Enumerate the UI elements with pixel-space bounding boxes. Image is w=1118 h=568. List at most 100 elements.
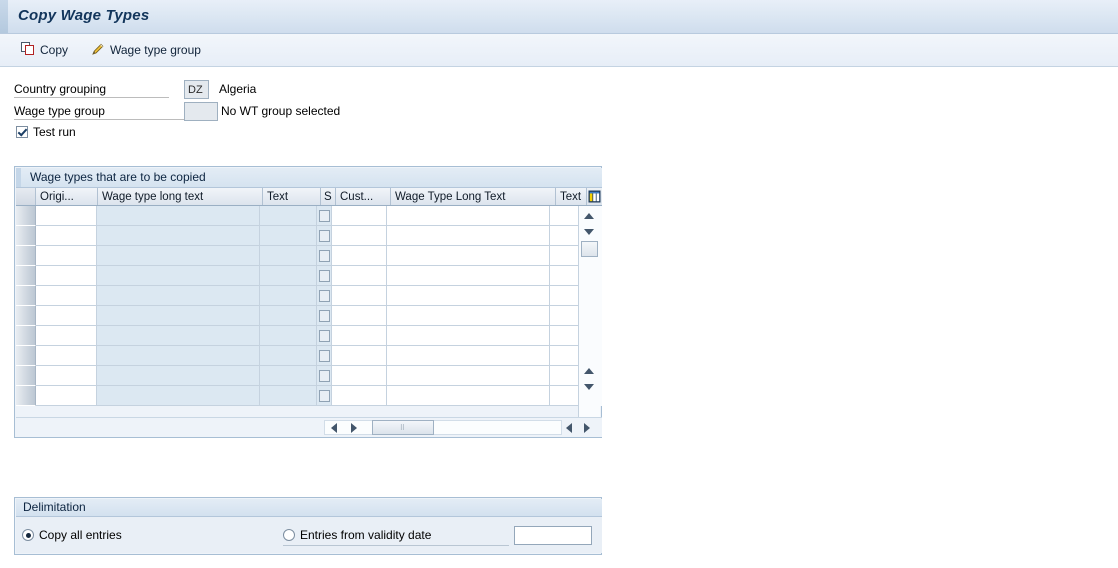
row-selector-cell[interactable] — [16, 266, 36, 286]
table-cell-origin[interactable] — [35, 366, 98, 386]
row-select-checkbox[interactable] — [318, 309, 330, 322]
table-cell-wage-type-long-text-2[interactable] — [386, 206, 550, 226]
table-cell-text2[interactable] — [549, 206, 581, 226]
column-header-s[interactable]: S — [321, 188, 336, 205]
scroll-page-up-icon[interactable] — [579, 363, 599, 379]
scroll-up-icon[interactable] — [579, 208, 599, 224]
table-cell-text1[interactable] — [260, 286, 318, 306]
table-cell-s[interactable] — [317, 326, 333, 346]
table-cell-text2[interactable] — [549, 266, 581, 286]
horizontal-scroll-thumb[interactable]: ⠿ — [372, 420, 434, 435]
table-cell-s[interactable] — [317, 266, 333, 286]
table-cell-cust[interactable] — [332, 346, 387, 366]
table-cell-origin[interactable] — [35, 346, 98, 366]
table-cell-cust[interactable] — [332, 226, 387, 246]
table-cell-wage-type-long-text[interactable] — [97, 346, 261, 366]
table-cell-wage-type-long-text[interactable] — [97, 266, 261, 286]
table-cell-text2[interactable] — [549, 346, 581, 366]
table-cell-text1[interactable] — [260, 226, 318, 246]
table-cell-cust[interactable] — [332, 266, 387, 286]
table-cell-text2[interactable] — [549, 386, 581, 406]
table-cell-text2[interactable] — [549, 226, 581, 246]
table-cell-wage-type-long-text-2[interactable] — [386, 226, 550, 246]
table-cell-cust[interactable] — [332, 326, 387, 346]
table-row[interactable] — [16, 366, 602, 386]
table-cell-wage-type-long-text[interactable] — [97, 226, 261, 246]
table-cell-cust[interactable] — [332, 386, 387, 406]
wage-type-group-input[interactable] — [184, 102, 218, 121]
scroll-far-left-icon[interactable] — [561, 420, 577, 435]
table-cell-wage-type-long-text[interactable] — [97, 286, 261, 306]
table-row[interactable] — [16, 346, 602, 366]
row-select-checkbox[interactable] — [318, 389, 330, 402]
table-cell-cust[interactable] — [332, 306, 387, 326]
scroll-down-icon[interactable] — [579, 224, 599, 240]
table-row[interactable] — [16, 246, 602, 266]
row-selector-cell[interactable] — [16, 386, 36, 406]
column-config-icon[interactable] — [587, 188, 602, 205]
table-cell-text2[interactable] — [549, 286, 581, 306]
table-cell-wage-type-long-text-2[interactable] — [386, 246, 550, 266]
table-cell-cust[interactable] — [332, 286, 387, 306]
table-cell-wage-type-long-text[interactable] — [97, 206, 261, 226]
column-header-text-2[interactable]: Text — [556, 188, 587, 205]
column-header-text-1[interactable]: Text — [263, 188, 321, 205]
row-selector-cell[interactable] — [16, 286, 36, 306]
table-cell-wage-type-long-text-2[interactable] — [386, 386, 550, 406]
scroll-right-icon[interactable] — [346, 420, 362, 435]
table-row[interactable] — [16, 286, 602, 306]
table-row[interactable] — [16, 326, 602, 346]
row-select-checkbox[interactable] — [318, 249, 330, 262]
table-cell-origin[interactable] — [35, 226, 98, 246]
test-run-checkbox[interactable]: Test run — [16, 125, 76, 139]
table-cell-cust[interactable] — [332, 246, 387, 266]
table-cell-text2[interactable] — [549, 326, 581, 346]
table-cell-text2[interactable] — [549, 306, 581, 326]
row-select-checkbox[interactable] — [318, 209, 330, 222]
column-header-selector[interactable] — [16, 188, 36, 205]
table-cell-origin[interactable] — [35, 306, 98, 326]
row-select-checkbox[interactable] — [318, 269, 330, 282]
copy-all-entries-radio[interactable]: Copy all entries — [22, 528, 122, 542]
table-cell-text1[interactable] — [260, 266, 318, 286]
table-cell-wage-type-long-text-2[interactable] — [386, 346, 550, 366]
table-cell-origin[interactable] — [35, 386, 98, 406]
scroll-far-right-icon[interactable] — [579, 420, 595, 435]
wage-type-group-button[interactable]: Wage type group — [84, 38, 209, 62]
row-select-checkbox[interactable] — [318, 349, 330, 362]
table-cell-wage-type-long-text[interactable] — [97, 366, 261, 386]
row-select-checkbox[interactable] — [318, 229, 330, 242]
table-cell-wage-type-long-text[interactable] — [97, 246, 261, 266]
vertical-scroll-thumb[interactable] — [581, 241, 598, 257]
table-row[interactable] — [16, 386, 602, 406]
column-header-wage-type-long-text-2[interactable]: Wage Type Long Text — [391, 188, 556, 205]
table-cell-wage-type-long-text-2[interactable] — [386, 286, 550, 306]
table-cell-origin[interactable] — [35, 286, 98, 306]
table-cell-text2[interactable] — [549, 246, 581, 266]
row-select-checkbox[interactable] — [318, 369, 330, 382]
table-cell-s[interactable] — [317, 246, 333, 266]
test-run-checkbox-box[interactable] — [16, 126, 28, 138]
table-cell-wage-type-long-text[interactable] — [97, 326, 261, 346]
row-selector-cell[interactable] — [16, 246, 36, 266]
validity-date-input[interactable] — [514, 526, 592, 545]
table-horizontal-scrollbar[interactable]: ⠿ — [16, 417, 602, 437]
table-cell-text1[interactable] — [260, 346, 318, 366]
table-cell-text2[interactable] — [549, 366, 581, 386]
table-cell-origin[interactable] — [35, 206, 98, 226]
entries-from-validity-date-radio-dot[interactable] — [283, 529, 295, 541]
vertical-scroll-track[interactable] — [579, 257, 600, 363]
row-selector-cell[interactable] — [16, 366, 36, 386]
table-cell-text1[interactable] — [260, 306, 318, 326]
column-header-origin[interactable]: Origi... — [36, 188, 98, 205]
table-cell-wage-type-long-text[interactable] — [97, 306, 261, 326]
table-cell-wage-type-long-text-2[interactable] — [386, 266, 550, 286]
row-select-checkbox[interactable] — [318, 329, 330, 342]
table-cell-s[interactable] — [317, 306, 333, 326]
table-cell-wage-type-long-text-2[interactable] — [386, 326, 550, 346]
row-selector-cell[interactable] — [16, 306, 36, 326]
copy-button[interactable]: Copy — [14, 38, 76, 62]
column-header-wage-type-long-text[interactable]: Wage type long text — [98, 188, 263, 205]
table-cell-cust[interactable] — [332, 366, 387, 386]
table-cell-text1[interactable] — [260, 246, 318, 266]
